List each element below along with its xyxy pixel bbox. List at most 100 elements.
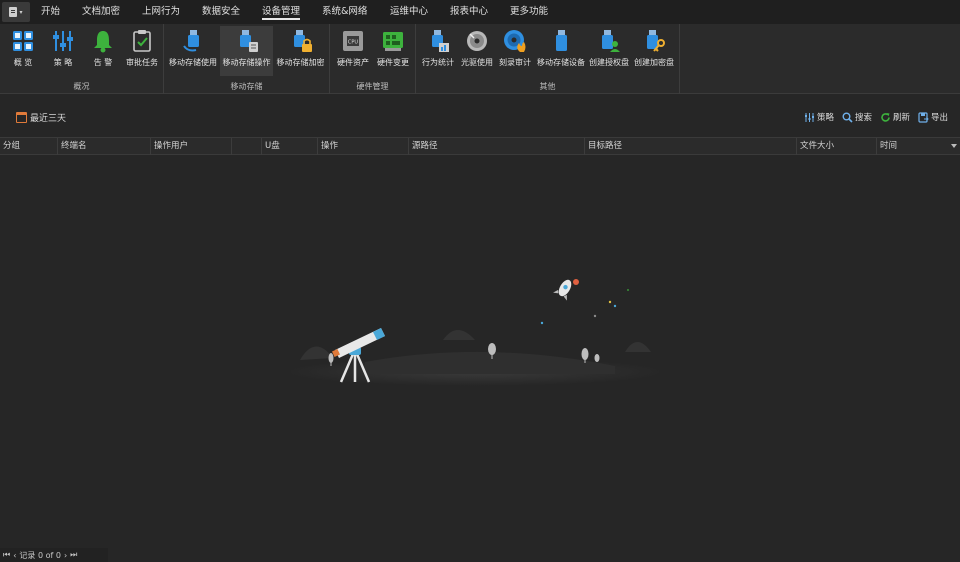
column-header-blank[interactable] xyxy=(232,138,262,155)
approval-task-label: 审批任务 xyxy=(126,58,158,67)
approval-task-button[interactable]: 审批任务 xyxy=(124,26,160,76)
burn-audit-button[interactable]: 刻录审计 xyxy=(496,26,534,76)
date-range-label: 最近三天 xyxy=(30,114,67,124)
hardware-assets-button[interactable]: CPU 硬件资产 xyxy=(334,26,372,76)
strategy-label: 策略 xyxy=(816,113,834,123)
usb-usage-icon xyxy=(180,28,206,54)
tab-internet-behavior[interactable]: 上网行为 xyxy=(142,0,180,24)
ribbon-group-label: 硬件管理 xyxy=(356,82,389,91)
tab-report-center[interactable]: 报表中心 xyxy=(450,0,488,24)
strategy-ribbon-button[interactable]: 策 略 xyxy=(46,26,80,76)
overview-button[interactable]: 概 览 xyxy=(6,26,40,76)
empty-state-illustration xyxy=(285,270,685,403)
strategy-button[interactable]: 策略 xyxy=(804,111,834,123)
tab-device-management[interactable]: 设备管理 xyxy=(262,0,301,24)
tab-start[interactable]: 开始 xyxy=(41,0,60,24)
export-icon xyxy=(918,111,929,123)
overview-label: 概 览 xyxy=(13,58,33,67)
sort-desc-icon xyxy=(951,144,957,148)
telescope-illustration xyxy=(285,279,665,386)
sliders-icon xyxy=(50,28,76,54)
storage-device-label: 移动存储设备 xyxy=(537,58,585,67)
burn-audit-label: 刻录审计 xyxy=(499,58,531,67)
storage-operation-label: 移动存储操作 xyxy=(222,58,271,67)
calendar-icon xyxy=(16,112,27,123)
disc-fire-icon xyxy=(502,28,528,54)
grid-icon xyxy=(10,28,36,54)
hardware-change-button[interactable]: 硬件变更 xyxy=(374,26,412,76)
date-range-button[interactable]: 最近三天 xyxy=(16,111,66,124)
toolbar-actions: 策略 搜索 刷新 导出 xyxy=(796,111,948,123)
storage-encryption-button[interactable]: 移动存储加密 xyxy=(274,26,327,76)
storage-device-button[interactable]: 移动存储设备 xyxy=(534,26,588,76)
tab-doc-encryption[interactable]: 文档加密 xyxy=(82,0,120,24)
column-header-time[interactable]: 时间 xyxy=(877,138,960,155)
create-encrypted-disk-label: 创建加密盘 xyxy=(634,58,674,67)
behavior-stats-button[interactable]: 行为统计 xyxy=(419,26,457,76)
create-encrypted-disk-button[interactable]: 创建加密盘 xyxy=(632,26,676,76)
table-header: 分组 终端名 操作用户 U盘 操作 源路径 目标路径 文件大小 时间 xyxy=(0,137,960,155)
tab-more-functions[interactable]: 更多功能 xyxy=(510,0,548,24)
ribbon-group-removable-storage: 移动存储使用 移动存储操作 移动存储加密 移动存储 xyxy=(164,24,330,94)
column-header-user[interactable]: 操作用户 xyxy=(151,138,232,155)
create-auth-disk-label: 创建授权盘 xyxy=(589,58,629,67)
refresh-label: 刷新 xyxy=(892,113,910,123)
column-header-usb[interactable]: U盘 xyxy=(262,138,318,155)
column-header-operation[interactable]: 操作 xyxy=(318,138,409,155)
column-header-time-label: 时间 xyxy=(880,141,898,151)
tab-system-network[interactable]: 系统&网络 xyxy=(322,0,367,24)
refresh-icon xyxy=(881,112,890,122)
search-label: 搜索 xyxy=(854,113,872,123)
column-header-target-path[interactable]: 目标路径 xyxy=(585,138,797,155)
toolbar: 最近三天 策略 搜索 刷新 导出 xyxy=(0,104,960,130)
usb-key-icon xyxy=(641,28,667,54)
alert-button[interactable]: 告 警 xyxy=(86,26,120,76)
export-label: 导出 xyxy=(930,113,948,123)
storage-usage-label: 移动存储使用 xyxy=(169,58,217,67)
export-button[interactable]: 导出 xyxy=(918,111,948,123)
tab-data-security[interactable]: 数据安全 xyxy=(202,0,240,24)
cdrom-usage-button[interactable]: 光驱使用 xyxy=(458,26,496,76)
behavior-stats-label: 行为统计 xyxy=(422,58,454,67)
pagination-bar: ⏮ ‹ 记录 0 of 0 › ⏭ xyxy=(0,548,108,562)
usb-drive-icon xyxy=(548,28,574,54)
menu-bar: ▾ 开始 文档加密 上网行为 数据安全 设备管理 系统&网络 运维中心 报表中心… xyxy=(0,0,960,24)
column-header-terminal[interactable]: 终端名 xyxy=(58,138,151,155)
column-header-file-size[interactable]: 文件大小 xyxy=(797,138,877,155)
bell-icon xyxy=(90,28,116,54)
app-menu-button[interactable]: ▾ xyxy=(2,2,30,22)
ribbon-group-label: 移动存储 xyxy=(230,82,263,91)
column-header-source-path[interactable]: 源路径 xyxy=(409,138,585,155)
tab-ops-center[interactable]: 运维中心 xyxy=(390,0,428,24)
ribbon-group-label: 其他 xyxy=(539,82,556,91)
storage-encryption-label: 移动存储加密 xyxy=(276,58,325,67)
prev-page-icon[interactable]: ‹ xyxy=(13,551,16,560)
ribbon-group-other: 行为统计 光驱使用 刻录审计 移动存储设备 创建授权盘 创建加密盘 其他 xyxy=(416,24,680,94)
column-header-group[interactable]: 分组 xyxy=(0,138,58,155)
refresh-button[interactable]: 刷新 xyxy=(880,111,910,123)
disc-icon xyxy=(464,28,490,54)
storage-operation-button[interactable]: 移动存储操作 xyxy=(220,26,273,76)
last-page-icon[interactable]: ⏭ xyxy=(70,550,77,560)
ribbon-group-overview: 概 览 策 略 告 警 审批任务 概况 xyxy=(0,24,164,94)
hardware-change-label: 硬件变更 xyxy=(377,58,409,67)
ribbon: 概 览 策 略 告 警 审批任务 概况 移动存储使用 移动存储操作 移动存储加密… xyxy=(0,24,960,94)
ribbon-group-hardware: CPU 硬件资产 硬件变更 硬件管理 xyxy=(330,24,416,94)
search-button[interactable]: 搜索 xyxy=(842,111,872,123)
svg-text:CPU: CPU xyxy=(348,40,359,46)
next-page-icon[interactable]: › xyxy=(64,551,67,560)
sliders-icon xyxy=(804,112,814,122)
usb-operation-icon xyxy=(234,28,260,54)
usb-lock-icon xyxy=(288,28,314,54)
ribbon-group-label: 概况 xyxy=(73,82,90,91)
chevron-down-icon: ▾ xyxy=(19,8,23,16)
first-page-icon[interactable]: ⏮ xyxy=(3,550,10,560)
hardware-assets-label: 硬件资产 xyxy=(337,58,369,67)
circuit-board-icon xyxy=(380,28,406,54)
create-auth-disk-button[interactable]: 创建授权盘 xyxy=(588,26,630,76)
record-count: 记录 0 of 0 xyxy=(19,550,61,560)
document-icon xyxy=(9,7,18,17)
usb-auth-icon xyxy=(596,28,622,54)
storage-usage-button[interactable]: 移动存储使用 xyxy=(167,26,219,76)
usb-chart-icon xyxy=(425,28,451,54)
